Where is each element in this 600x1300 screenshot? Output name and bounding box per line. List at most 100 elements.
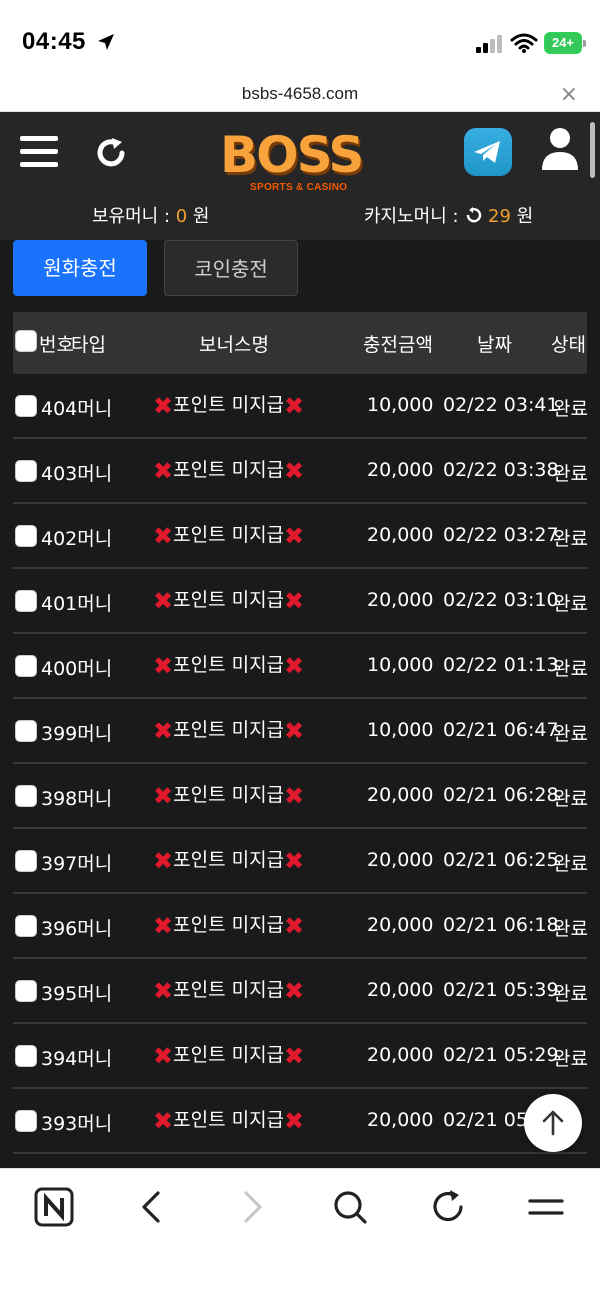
table-row[interactable]: 404머니 ✖포인트 미지급✖ 10,000 02/22 03:41 완료 bbox=[13, 374, 588, 439]
cross-mark-icon: ✖ bbox=[284, 1042, 305, 1070]
row-number-type: 397머니 bbox=[41, 849, 112, 876]
row-checkbox[interactable] bbox=[15, 1110, 37, 1132]
url-text[interactable]: bsbs-4658.com bbox=[0, 84, 600, 104]
row-bonus-name: 포인트 미지급 bbox=[173, 459, 285, 481]
cross-mark-icon: ✖ bbox=[284, 392, 305, 420]
table-row[interactable]: 396머니 ✖포인트 미지급✖ 20,000 02/21 06:18 완료 bbox=[13, 894, 588, 959]
row-checkbox[interactable] bbox=[15, 655, 37, 677]
table-row[interactable]: 394머니 ✖포인트 미지급✖ 20,000 02/21 05:29 완료 bbox=[13, 1024, 588, 1089]
table-row[interactable]: 397머니 ✖포인트 미지급✖ 20,000 02/21 06:25 완료 bbox=[13, 829, 588, 894]
row-amount: 20,000 bbox=[367, 459, 434, 481]
table-row[interactable]: 401머니 ✖포인트 미지급✖ 20,000 02/22 03:10 완료 bbox=[13, 569, 588, 634]
header-type: 타입 bbox=[71, 334, 106, 356]
row-number-type: 401머니 bbox=[41, 589, 112, 616]
browser-url-bar[interactable]: bsbs-4658.com × bbox=[0, 80, 600, 112]
cross-mark-icon: ✖ bbox=[284, 522, 305, 550]
table-row[interactable]: 398머니 ✖포인트 미지급✖ 20,000 02/21 06:28 완료 bbox=[13, 764, 588, 829]
search-icon[interactable] bbox=[330, 1187, 370, 1227]
row-bonus-name: 포인트 미지급 bbox=[173, 1044, 285, 1066]
row-date: 02/22 03:38 bbox=[443, 459, 559, 481]
table-row[interactable]: 393머니 ✖포인트 미지급✖ 20,000 02/21 05: bbox=[13, 1089, 587, 1154]
row-bonus: ✖포인트 미지급✖ bbox=[153, 650, 304, 680]
scrollbar[interactable] bbox=[590, 122, 595, 178]
row-bonus-name: 포인트 미지급 bbox=[173, 979, 285, 1001]
scroll-top-button[interactable] bbox=[524, 1094, 582, 1152]
cell-signal-icon bbox=[476, 35, 502, 53]
header-status: 상태 bbox=[551, 334, 586, 356]
refresh-icon[interactable] bbox=[92, 134, 130, 172]
row-number-type: 403머니 bbox=[41, 459, 112, 486]
user-icon[interactable] bbox=[540, 126, 580, 172]
row-number: 399 bbox=[41, 723, 78, 745]
cross-mark-icon: ✖ bbox=[153, 977, 174, 1005]
select-all-checkbox[interactable] bbox=[15, 330, 37, 352]
row-date: 02/21 06:47 bbox=[443, 719, 559, 741]
cross-mark-icon: ✖ bbox=[284, 717, 305, 745]
header-amount: 충전금액 bbox=[363, 334, 433, 356]
row-date: 02/22 01:13 bbox=[443, 654, 559, 676]
row-status: 완료 bbox=[553, 788, 588, 810]
cross-mark-icon: ✖ bbox=[153, 652, 174, 680]
casino-label: 카지노머니 : bbox=[364, 206, 465, 227]
table-row[interactable]: 395머니 ✖포인트 미지급✖ 20,000 02/21 05:39 완료 bbox=[13, 959, 588, 1024]
row-checkbox[interactable] bbox=[15, 460, 37, 482]
row-bonus: ✖포인트 미지급✖ bbox=[153, 910, 304, 940]
logo-text: BOSS bbox=[220, 126, 364, 184]
tab-coin-deposit[interactable]: 코인충전 bbox=[164, 240, 298, 296]
cross-mark-icon: ✖ bbox=[284, 912, 305, 940]
row-number: 402 bbox=[41, 528, 78, 550]
casino-balance: 카지노머니 : 29 원 bbox=[364, 202, 533, 232]
table-header: 번호 타입 보너스명 충전금액 날짜 상태 bbox=[13, 312, 587, 374]
row-type: 머니 bbox=[77, 1113, 113, 1135]
row-bonus-name: 포인트 미지급 bbox=[173, 719, 285, 741]
reload-icon[interactable] bbox=[464, 206, 482, 224]
row-bonus: ✖포인트 미지급✖ bbox=[153, 715, 304, 745]
row-number: 404 bbox=[41, 398, 78, 420]
row-number: 395 bbox=[41, 983, 78, 1005]
cross-mark-icon: ✖ bbox=[153, 912, 174, 940]
row-checkbox[interactable] bbox=[15, 785, 37, 807]
table-row[interactable]: 400머니 ✖포인트 미지급✖ 10,000 02/22 01:13 완료 bbox=[13, 634, 588, 699]
telegram-icon[interactable] bbox=[464, 128, 512, 176]
row-amount: 20,000 bbox=[367, 1109, 434, 1131]
table-row[interactable]: 399머니 ✖포인트 미지급✖ 10,000 02/21 06:47 완료 bbox=[13, 699, 588, 764]
battery-icon: 24+ bbox=[544, 32, 586, 54]
row-checkbox[interactable] bbox=[15, 1045, 37, 1067]
row-date: 02/21 06:18 bbox=[443, 914, 559, 936]
row-date: 02/22 03:27 bbox=[443, 524, 559, 546]
row-checkbox[interactable] bbox=[15, 850, 37, 872]
table-row[interactable]: 403머니 ✖포인트 미지급✖ 20,000 02/22 03:38 완료 bbox=[13, 439, 588, 504]
cash-value: 0 bbox=[175, 206, 188, 227]
row-bonus: ✖포인트 미지급✖ bbox=[153, 1040, 304, 1070]
cross-mark-icon: ✖ bbox=[153, 847, 174, 875]
naver-n-icon[interactable] bbox=[34, 1187, 74, 1227]
row-checkbox[interactable] bbox=[15, 525, 37, 547]
boss-logo[interactable]: BOSS SPORTS & CASINO bbox=[212, 124, 388, 194]
row-checkbox[interactable] bbox=[15, 980, 37, 1002]
cash-label: 보유머니 : bbox=[92, 206, 176, 227]
cross-mark-icon: ✖ bbox=[284, 847, 305, 875]
back-icon[interactable] bbox=[132, 1187, 172, 1227]
tab-krw-deposit[interactable]: 원화충전 bbox=[13, 240, 147, 296]
row-date: 02/21 05:39 bbox=[443, 979, 559, 1001]
row-bonus-name: 포인트 미지급 bbox=[173, 394, 285, 416]
row-amount: 10,000 bbox=[367, 654, 434, 676]
row-checkbox[interactable] bbox=[15, 720, 37, 742]
row-status: 완료 bbox=[553, 918, 588, 940]
reload-page-icon[interactable] bbox=[428, 1187, 468, 1227]
row-date: 02/21 06:25 bbox=[443, 849, 559, 871]
hamburger-icon[interactable] bbox=[20, 136, 58, 168]
row-checkbox[interactable] bbox=[15, 915, 37, 937]
forward-icon[interactable] bbox=[232, 1187, 272, 1227]
menu-icon[interactable] bbox=[526, 1187, 566, 1227]
casino-value: 29 bbox=[488, 206, 511, 227]
row-checkbox[interactable] bbox=[15, 590, 37, 612]
row-number-type: 404머니 bbox=[41, 394, 112, 421]
row-bonus: ✖포인트 미지급✖ bbox=[153, 585, 304, 615]
row-checkbox[interactable] bbox=[15, 395, 37, 417]
row-type: 머니 bbox=[77, 788, 113, 810]
close-icon[interactable]: × bbox=[560, 82, 578, 107]
row-bonus: ✖포인트 미지급✖ bbox=[153, 455, 304, 485]
cash-balance: 보유머니 : 0 원 bbox=[92, 202, 210, 232]
table-row[interactable]: 402머니 ✖포인트 미지급✖ 20,000 02/22 03:27 완료 bbox=[13, 504, 588, 569]
